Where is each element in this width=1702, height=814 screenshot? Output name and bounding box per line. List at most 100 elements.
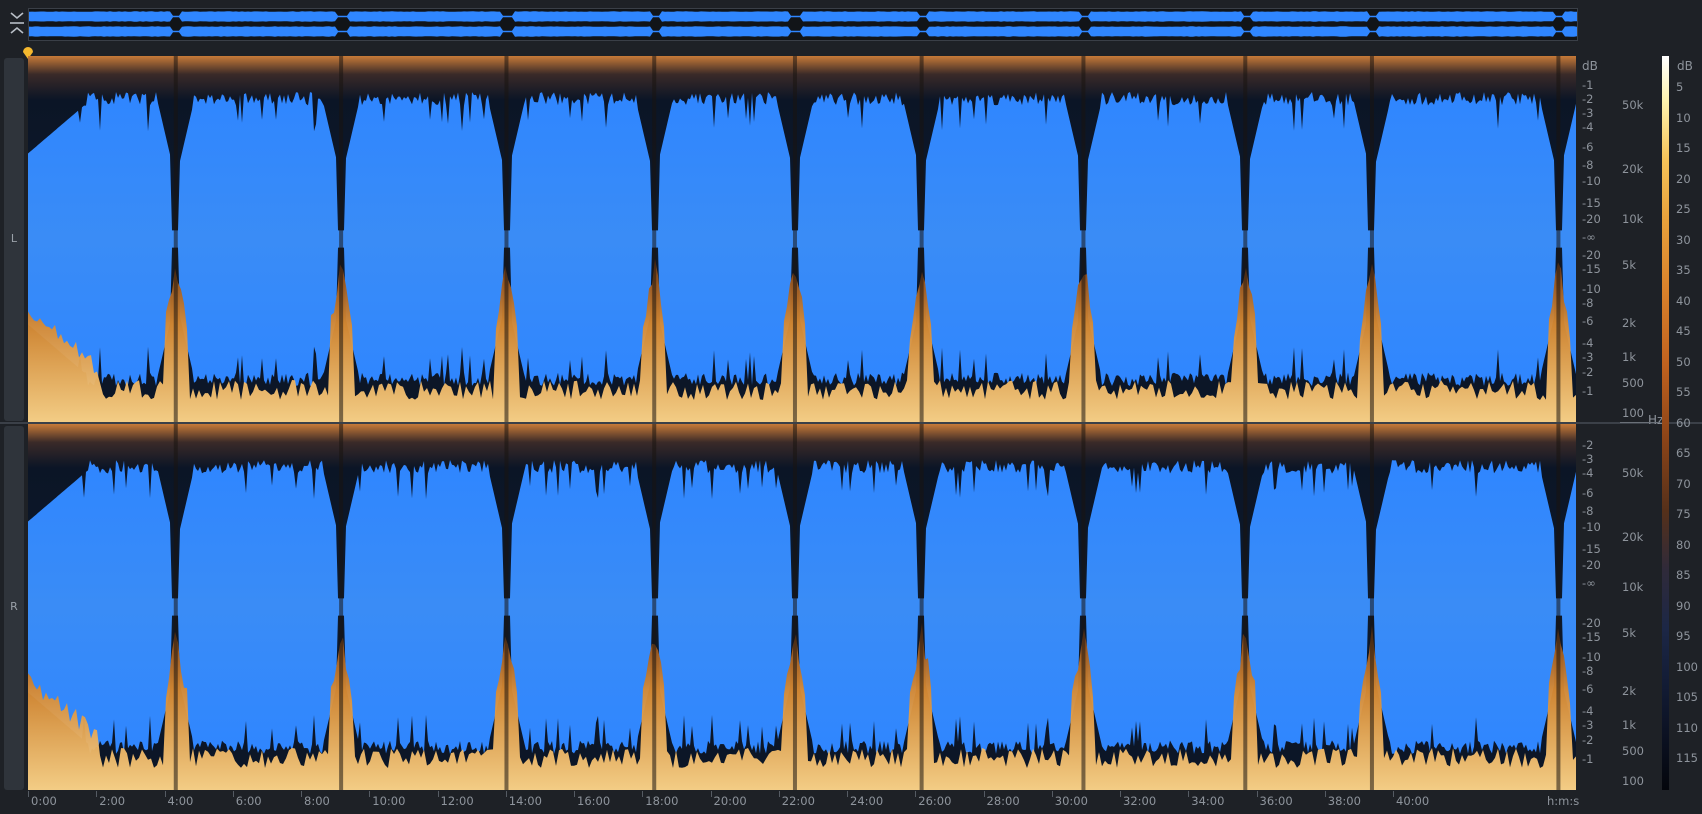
silence-gap (919, 424, 924, 790)
time-tickmark (1051, 791, 1053, 797)
db-tick: -2 (1582, 438, 1594, 452)
db-tick: -15 (1582, 542, 1601, 556)
silence-gap (173, 56, 178, 422)
db-tick: -3 (1582, 106, 1594, 120)
db-tick: -2 (1582, 365, 1594, 379)
time-tick: 12:00 (440, 794, 474, 808)
time-tick: 2:00 (99, 794, 126, 808)
colorbar-unit-label: dB (1677, 59, 1693, 73)
colorbar (1662, 56, 1669, 790)
waveform-spectrogram-left (28, 56, 1576, 422)
hz-tick: 1k (1622, 350, 1636, 364)
colorbar-tick: 55 (1676, 385, 1691, 399)
spectrogram-pane-left[interactable] (28, 56, 1576, 422)
silence-gap (792, 56, 797, 422)
time-tick: 4:00 (167, 794, 194, 808)
colorbar-tick: 70 (1676, 476, 1691, 491)
silence-gap (1081, 424, 1086, 790)
colorbar-tick: 25 (1676, 202, 1691, 216)
db-tick: -20 (1582, 558, 1601, 572)
time-tick: 26:00 (918, 794, 952, 808)
time-tickmark (1188, 791, 1190, 797)
silence-gap (504, 424, 509, 790)
colorbar-tick: 30 (1676, 232, 1691, 247)
colorbar-tick: 50 (1676, 354, 1691, 369)
silence-gap (504, 56, 509, 422)
db-tick: -3 (1582, 452, 1594, 466)
time-tick: 20:00 (713, 794, 747, 808)
spectrogram-pane-right[interactable] (28, 424, 1576, 790)
colorbar-tick: 45 (1676, 324, 1691, 338)
time-tickmark (983, 791, 985, 797)
db-tick: -20 (1582, 248, 1601, 262)
colorbar-tick: 65 (1676, 446, 1691, 460)
hz-tick: 1k (1622, 718, 1636, 732)
db-tick: -1 (1582, 752, 1594, 766)
db-tick: -15 (1582, 630, 1601, 644)
colorbar-tick: 90 (1676, 598, 1691, 613)
silence-gap (1243, 56, 1248, 422)
overview-waveform[interactable] (28, 8, 1578, 41)
waveform-spectrogram-right (28, 424, 1576, 790)
colorbar-tick: 20 (1676, 171, 1691, 186)
time-tickmark (778, 791, 780, 797)
overview-channel-waveform (29, 11, 1577, 22)
time-tick: 8:00 (304, 794, 330, 808)
time-tickmark (1324, 791, 1326, 797)
db-tick: -20 (1582, 616, 1601, 630)
time-tick: 6:00 (235, 794, 262, 808)
silence-gap (339, 56, 344, 422)
silence-gap (919, 56, 924, 422)
hz-tick: 500 (1622, 376, 1644, 390)
db-tick: -15 (1582, 262, 1601, 276)
db-tick: -4 (1582, 120, 1594, 134)
silence-gap (1369, 424, 1374, 790)
channel-tab-right[interactable]: R (4, 426, 24, 790)
channel-tab-left[interactable]: L (4, 58, 24, 421)
hz-divider (1620, 422, 1660, 423)
db-tick: -6 (1582, 314, 1594, 328)
colorbar-tick: 105 (1676, 690, 1698, 704)
db-tick: -∞ (1582, 230, 1596, 244)
time-unit-label: h:m:s (1547, 794, 1580, 808)
silence-gap (792, 424, 797, 790)
playhead-ruler[interactable] (28, 44, 1576, 56)
db-tick: -3 (1582, 718, 1594, 732)
hz-tick: 50k (1622, 98, 1644, 112)
colorbar-tick: 60 (1676, 415, 1691, 430)
colorbar-tick: 10 (1676, 110, 1691, 125)
hz-tick: 10k (1622, 212, 1644, 226)
time-tick: 24:00 (850, 794, 884, 808)
hz-tick: 20k (1622, 530, 1644, 544)
silence-gap (1369, 56, 1374, 422)
collapse-chevrons-icon (10, 12, 24, 34)
time-tick: 0:00 (31, 794, 57, 808)
db-tick: -8 (1582, 158, 1594, 172)
silence-gap (652, 56, 657, 422)
overview-waveform-graphic (29, 11, 1577, 37)
time-tick: 22:00 (781, 794, 815, 808)
db-tick: -8 (1582, 296, 1594, 310)
colorbar-tick: 75 (1676, 507, 1691, 521)
time-tickmark (847, 791, 849, 797)
time-tickmark (164, 791, 166, 797)
collapse-overview-button[interactable] (6, 9, 28, 37)
colorbar-tick: 95 (1676, 629, 1691, 643)
channel-label-left: L (10, 232, 18, 245)
time-tick: 16:00 (577, 794, 611, 808)
silence-gap (652, 424, 657, 790)
db-tick: -10 (1582, 520, 1601, 534)
hz-tick: 100 (1622, 406, 1644, 420)
time-tick: 36:00 (1259, 794, 1293, 808)
silence-gap (1556, 56, 1561, 422)
silence-gap (173, 424, 178, 790)
hz-tick: 2k (1622, 316, 1636, 330)
time-tickmark (28, 791, 29, 797)
time-tick: 34:00 (1191, 794, 1225, 808)
time-tickmark (710, 791, 712, 797)
hz-tick: 500 (1622, 744, 1644, 758)
db-tick: -6 (1582, 682, 1594, 696)
db-tick: -∞ (1582, 576, 1596, 590)
colorbar-tick: 110 (1676, 720, 1698, 735)
spectrogram-editor: L R -1 -2 -3 -4 -6 -8 -10 -15 -20 -∞ -20 -15 -10 -8 -6… (0, 0, 1702, 814)
